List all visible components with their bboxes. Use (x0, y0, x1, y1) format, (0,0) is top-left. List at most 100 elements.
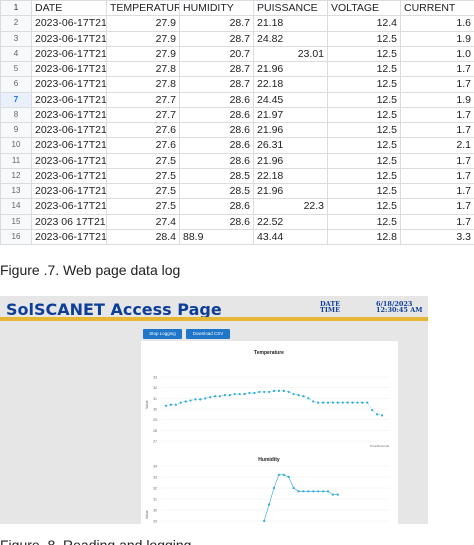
cell-puissance[interactable]: 21.18 (253, 15, 328, 32)
cell-puissance[interactable]: 21.97 (253, 106, 328, 124)
cell-current[interactable]: 1.6 (400, 15, 474, 32)
cell-date[interactable]: 2023-06-17T21:5 (31, 137, 107, 154)
cell-humidity[interactable]: 28.6 (179, 137, 254, 154)
cell-date[interactable]: 2023-06-17T21:5 (31, 152, 107, 169)
cell-humidity[interactable]: 28.6 (179, 152, 254, 169)
cell-temperature[interactable]: 27.8 (106, 76, 180, 93)
cell-humidity[interactable]: 28.7 (179, 15, 254, 32)
cell-voltage[interactable]: 12.5 (327, 45, 401, 63)
cell-date[interactable]: 2023-06-17T21:5 (31, 167, 107, 185)
cell-current[interactable]: 1.9 (400, 91, 474, 108)
cell-current[interactable]: 1.9 (400, 30, 474, 47)
cell-date[interactable]: 2023 06 17T21:5 (31, 213, 107, 230)
cell-temperature[interactable]: 27.9 (106, 45, 180, 63)
row-number[interactable]: 11 (0, 152, 32, 169)
stop-logging-button[interactable]: Stop Logging (143, 329, 182, 339)
cell-date[interactable]: 2023-06-17T21:4 (31, 15, 107, 32)
cell-humidity[interactable]: 28.7 (179, 60, 254, 78)
cell-temperature[interactable]: 27.7 (106, 91, 180, 108)
cell-voltage[interactable]: 12.4 (327, 15, 401, 32)
cell-humidity[interactable]: 20.7 (179, 45, 254, 63)
cell-puissance[interactable]: 22.18 (253, 76, 328, 93)
cell-voltage[interactable]: 12.5 (327, 198, 401, 215)
cell-temperature[interactable]: 27.9 (106, 15, 180, 32)
row-number[interactable]: 14 (0, 198, 32, 215)
cell-voltage[interactable]: 12.5 (327, 182, 401, 200)
row-number[interactable]: 13 (0, 182, 32, 200)
cell-puissance[interactable]: 22.3 (253, 198, 328, 215)
cell-puissance[interactable]: 26.31 (253, 137, 328, 154)
cell-voltage[interactable]: 12.5 (327, 152, 401, 169)
cell-puissance[interactable]: 21.96 (253, 121, 328, 139)
cell-date[interactable]: 2023-06-17T21:4 (31, 45, 107, 63)
cell-date[interactable]: 2023-06-17T21:5 (31, 198, 107, 215)
download-csv-button[interactable]: Download CSV (186, 329, 230, 339)
cell-voltage[interactable]: 12.5 (327, 106, 401, 124)
row-number[interactable]: 7 (0, 91, 32, 108)
column-header-temperature[interactable]: TEMPERATURE (106, 0, 180, 17)
cell-humidity[interactable]: 28.6 (179, 91, 254, 108)
column-header-current[interactable]: CURRENT (400, 0, 474, 17)
row-number[interactable]: 4 (0, 45, 32, 63)
cell-date[interactable]: 2023-06-17T21:4 (31, 91, 107, 108)
cell-puissance[interactable]: 22.52 (253, 213, 328, 230)
cell-current[interactable]: 1.0 (400, 45, 474, 63)
cell-current[interactable]: 3.3 (400, 228, 474, 246)
cell-date[interactable]: 2023-06-17T21:5 (31, 228, 107, 246)
cell-puissance[interactable]: 24.82 (253, 30, 328, 47)
cell-temperature[interactable]: 27.5 (106, 198, 180, 215)
cell-temperature[interactable]: 27.7 (106, 106, 180, 124)
cell-puissance[interactable]: 21.96 (253, 182, 328, 200)
cell-current[interactable]: 1.7 (400, 152, 474, 169)
row-number[interactable]: 12 (0, 167, 32, 185)
cell-temperature[interactable]: 27.6 (106, 137, 180, 154)
cell-date[interactable]: 2023-06-17T21:5 (31, 182, 107, 200)
cell-temperature[interactable]: 27.9 (106, 30, 180, 47)
cell-voltage[interactable]: 12.5 (327, 121, 401, 139)
cell-current[interactable]: 1.7 (400, 121, 474, 139)
cell-current[interactable]: 1.7 (400, 106, 474, 124)
row-number[interactable]: 8 (0, 106, 32, 124)
cell-current[interactable]: 1.7 (400, 198, 474, 215)
cell-current[interactable]: 1.7 (400, 60, 474, 78)
cell-puissance[interactable]: 21.96 (253, 60, 328, 78)
column-header-date[interactable]: DATE (31, 0, 107, 17)
cell-voltage[interactable]: 12.5 (327, 76, 401, 93)
cell-date[interactable]: 2023-06-17T21:4 (31, 106, 107, 124)
row-number[interactable]: 5 (0, 60, 32, 78)
cell-current[interactable]: 1.7 (400, 167, 474, 185)
cell-humidity[interactable]: 28.6 (179, 213, 254, 230)
cell-temperature[interactable]: 28.4 (106, 228, 180, 246)
row-number[interactable]: 3 (0, 30, 32, 47)
cell-current[interactable]: 1.7 (400, 76, 474, 93)
cell-temperature[interactable]: 27.5 (106, 167, 180, 185)
cell-current[interactable]: 1.7 (400, 213, 474, 230)
cell-date[interactable]: 2023-06-17T21:4 (31, 30, 107, 47)
cell-humidity[interactable]: 28.6 (179, 198, 254, 215)
cell-humidity[interactable]: 28.5 (179, 182, 254, 200)
cell-puissance[interactable]: 22.18 (253, 167, 328, 185)
row-number[interactable]: 16 (0, 228, 32, 246)
cell-puissance[interactable]: 24.45 (253, 91, 328, 108)
cell-temperature[interactable]: 27.4 (106, 213, 180, 230)
row-number[interactable]: 15 (0, 213, 32, 230)
cell-date[interactable]: 2023-06-17T21:4 (31, 76, 107, 93)
cell-puissance[interactable]: 43.44 (253, 228, 328, 246)
row-number[interactable]: 6 (0, 76, 32, 93)
cell-humidity[interactable]: 28.7 (179, 76, 254, 93)
cell-temperature[interactable]: 27.5 (106, 182, 180, 200)
cell-humidity[interactable]: 88.9 (179, 228, 254, 246)
row-number[interactable]: 9 (0, 121, 32, 139)
cell-voltage[interactable]: 12.5 (327, 91, 401, 108)
row-number[interactable]: 2 (0, 15, 32, 32)
row-number[interactable]: 1 (0, 0, 32, 17)
cell-voltage[interactable]: 12.5 (327, 60, 401, 78)
column-header-voltage[interactable]: VOLTAGE (327, 0, 401, 17)
cell-humidity[interactable]: 28.6 (179, 121, 254, 139)
cell-temperature[interactable]: 27.6 (106, 121, 180, 139)
cell-voltage[interactable]: 12.5 (327, 167, 401, 185)
cell-voltage[interactable]: 12.5 (327, 30, 401, 47)
row-number[interactable]: 10 (0, 137, 32, 154)
cell-humidity[interactable]: 28.5 (179, 167, 254, 185)
cell-date[interactable]: 2023-06-17T21:4 (31, 60, 107, 78)
